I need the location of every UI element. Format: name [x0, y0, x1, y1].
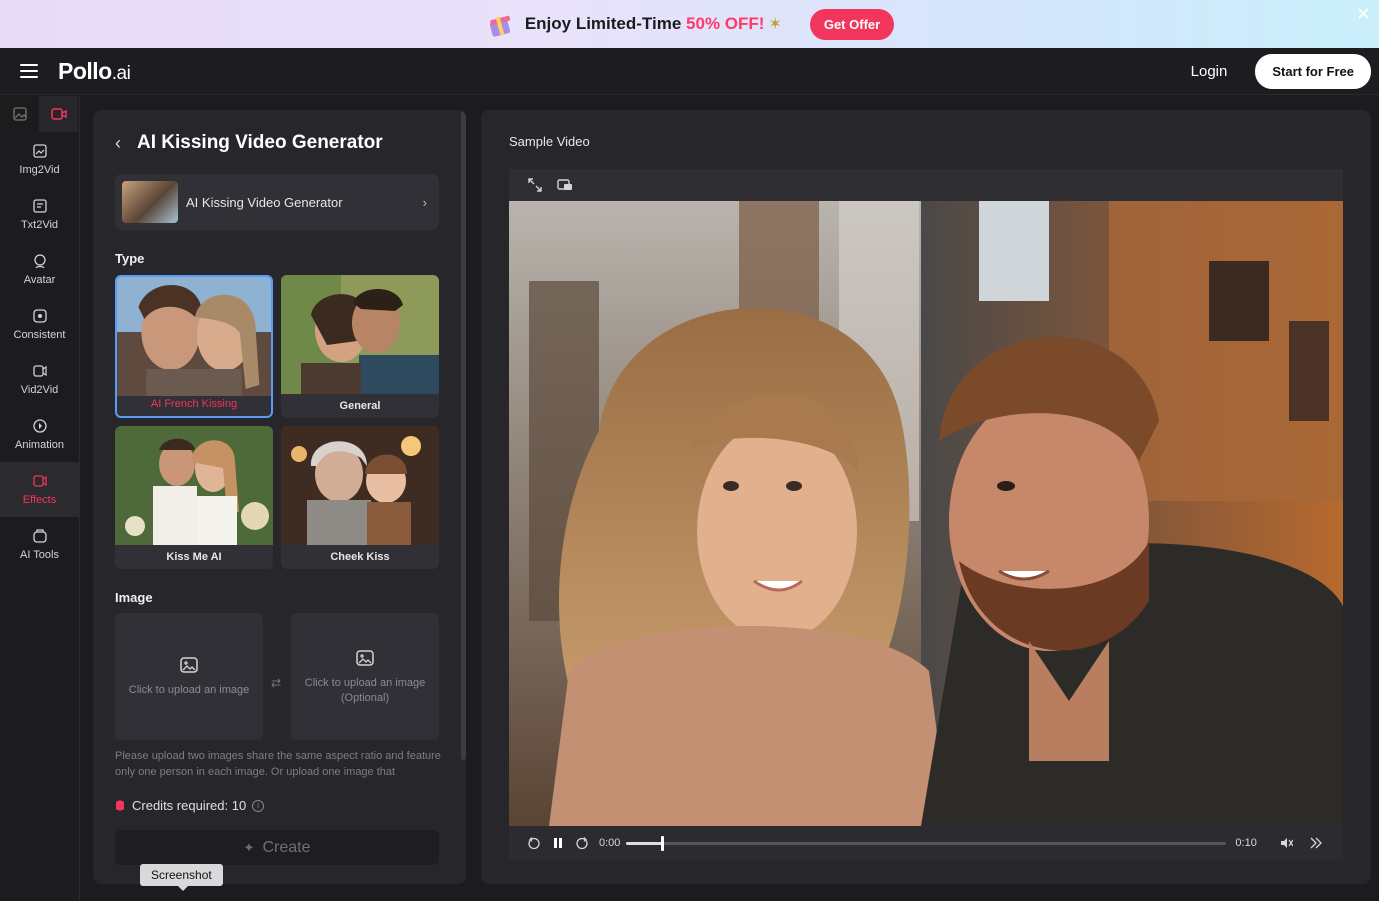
- mute-icon[interactable]: [1279, 836, 1293, 850]
- img2vid-icon: [32, 144, 47, 158]
- chevron-right-icon: ›: [422, 194, 427, 210]
- animation-icon: [32, 419, 47, 433]
- sidebar-item-avatar[interactable]: Avatar: [0, 242, 79, 297]
- duration: 0:10: [1235, 837, 1257, 849]
- sparkle-icon: ✦: [243, 839, 255, 855]
- upload-image-icon: [356, 649, 374, 666]
- video-progress-bar[interactable]: [626, 835, 1227, 851]
- create-button-label: Create: [262, 838, 311, 856]
- type-thumbnail: [281, 426, 439, 545]
- promo-text: Enjoy Limited-Time 50% OFF!: [524, 14, 765, 33]
- info-icon[interactable]: i: [252, 799, 265, 812]
- picture-in-picture-icon[interactable]: [557, 177, 573, 193]
- type-card-kiss-me-ai[interactable]: Kiss Me AI: [115, 426, 273, 569]
- txt2vid-icon: [32, 199, 47, 213]
- video-toolbar: [509, 169, 1343, 201]
- upload-image-icon: [180, 657, 198, 673]
- tab-video[interactable]: [39, 96, 78, 132]
- sidebar-item-ai-tools[interactable]: AI Tools: [0, 517, 79, 572]
- type-card-ai-french-kissing[interactable]: AI French Kissing: [115, 275, 273, 418]
- video-frame[interactable]: [509, 201, 1343, 826]
- menu-icon[interactable]: [20, 64, 38, 78]
- upload-optional-text: Click to upload an image: [304, 676, 426, 689]
- credits-coin-icon: [116, 800, 124, 811]
- generator-thumbnail: [122, 181, 178, 223]
- image-section-label: Image: [115, 590, 153, 605]
- sidebar-item-animation[interactable]: Animation: [0, 407, 79, 462]
- effects-icon: [32, 475, 47, 487]
- screenshot-tooltip: Screenshot: [140, 864, 223, 891]
- ai-tools-icon: [32, 529, 47, 543]
- sidebar-item-effects[interactable]: Effects: [0, 462, 79, 517]
- progress-fill: [626, 841, 663, 845]
- get-offer-button[interactable]: Get Offer: [809, 8, 895, 40]
- credits-required: Credits required: 10 i: [115, 798, 265, 813]
- start-for-free-button[interactable]: Start for Free: [1255, 53, 1371, 89]
- swap-icon[interactable]: ⇄: [271, 676, 281, 690]
- expand-icon[interactable]: [527, 177, 543, 193]
- upload-primary-text: Click to upload an image: [128, 684, 250, 696]
- sidebar-item-label: Avatar: [23, 274, 56, 286]
- generator-selector[interactable]: AI Kissing Video Generator ›: [115, 174, 439, 230]
- generator-selector-label: AI Kissing Video Generator: [186, 194, 343, 210]
- type-thumbnail: [115, 426, 273, 545]
- type-card-label: Kiss Me AI: [166, 551, 222, 563]
- type-card-label: General: [339, 400, 381, 412]
- sample-video-panel: Sample Video 0:00 0:10: [481, 110, 1371, 884]
- upload-optional-note: (Optional): [340, 691, 390, 704]
- top-navbar: Pollo.ai Login Start for Free: [0, 48, 1379, 95]
- image-icon: [12, 107, 27, 121]
- sidebar-item-vid2vid[interactable]: Vid2Vid: [0, 352, 79, 407]
- generator-panel: ‹ AI Kissing Video Generator AI Kissing …: [93, 110, 466, 884]
- sidebar-item-label: Animation: [15, 439, 64, 451]
- sidebar-item-label: AI Tools: [20, 549, 59, 561]
- video-still: [509, 201, 1343, 826]
- sidebar-item-label: Vid2Vid: [20, 384, 59, 396]
- sidebar-item-label: Txt2Vid: [20, 219, 59, 231]
- sidebar: Img2Vid Txt2Vid Avatar Consistent Vid2Vi…: [0, 96, 80, 901]
- logo[interactable]: Pollo.ai: [58, 58, 131, 85]
- party-icon: ✶: [768, 16, 782, 33]
- promo-banner: Enjoy Limited-Time 50% OFF! ✶ Get Offer …: [0, 0, 1379, 48]
- panel-scrollbar[interactable]: [461, 110, 466, 760]
- type-section-label: Type: [115, 251, 145, 266]
- gift-icon: [489, 15, 511, 37]
- sidebar-item-img2vid[interactable]: Img2Vid: [0, 132, 79, 187]
- type-thumbnail: [117, 277, 271, 396]
- panel-title: AI Kissing Video Generator: [137, 132, 383, 153]
- type-card-general[interactable]: General: [281, 275, 439, 418]
- type-card-label: AI French Kissing: [150, 398, 238, 410]
- type-card-cheek-kiss[interactable]: Cheek Kiss: [281, 426, 439, 569]
- double-chevron-right-icon[interactable]: [1309, 836, 1323, 850]
- sidebar-item-label: Consistent: [13, 329, 66, 341]
- sidebar-item-txt2vid[interactable]: Txt2Vid: [0, 187, 79, 242]
- upload-image-primary[interactable]: Click to upload an image: [115, 613, 263, 740]
- back-icon[interactable]: ‹: [115, 133, 121, 154]
- upload-hint: Please upload two images share the same …: [115, 750, 441, 778]
- upload-image-optional[interactable]: Click to upload an image (Optional): [291, 613, 439, 740]
- vid2vid-icon: [32, 365, 47, 377]
- create-button[interactable]: ✦ Create: [115, 830, 439, 865]
- credits-label: Credits required: 10: [132, 798, 247, 813]
- current-time: 0:00: [599, 837, 621, 849]
- forward-icon[interactable]: [575, 836, 589, 850]
- type-thumbnail: [281, 275, 439, 394]
- sidebar-item-consistent[interactable]: Consistent: [0, 297, 79, 352]
- video-controls: 0:00 0:10: [509, 826, 1343, 860]
- consistent-icon: [32, 309, 47, 323]
- sample-video-title: Sample Video: [509, 134, 590, 149]
- close-icon[interactable]: ✕: [1356, 4, 1371, 25]
- pause-icon[interactable]: [551, 836, 565, 850]
- sidebar-item-label: Effects: [22, 494, 57, 506]
- avatar-icon: [33, 254, 46, 269]
- progress-handle[interactable]: [661, 835, 665, 851]
- tab-image[interactable]: [0, 96, 39, 132]
- rewind-icon[interactable]: [527, 836, 541, 850]
- sidebar-item-label: Img2Vid: [19, 164, 60, 176]
- login-link[interactable]: Login: [1191, 63, 1228, 80]
- type-card-label: Cheek Kiss: [330, 551, 390, 563]
- video-icon: [50, 108, 67, 120]
